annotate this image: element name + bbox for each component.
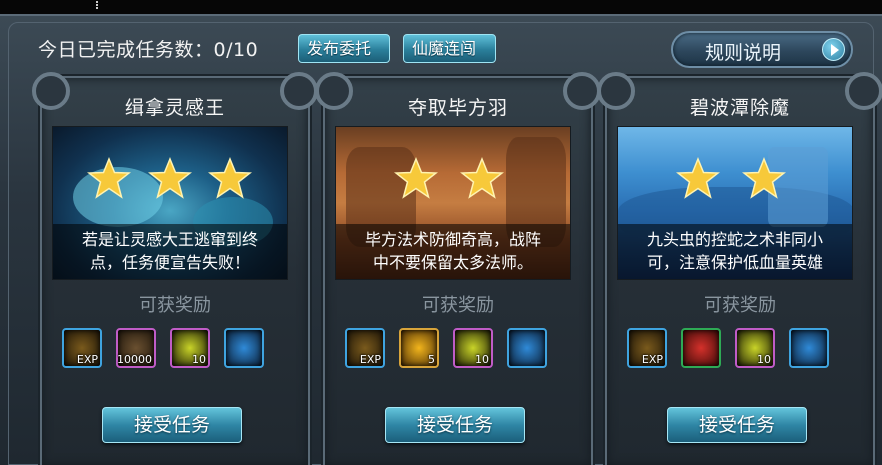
post-commission-button[interactable]: 发布委托 — [298, 34, 390, 63]
star-icon — [459, 157, 505, 199]
mission-scene-image: 毕方法术防御奇高，战阵 中不要保留太多法师。 — [335, 126, 571, 280]
top-status-strip — [0, 0, 882, 14]
accept-mission-button[interactable]: 接受任务 — [385, 407, 525, 443]
blue-crystal-icon[interactable] — [507, 328, 547, 368]
mission-card-2: 夺取毕方羽 毕方法术防御奇高，战阵 中不要保留太多法师。 可获奖励 EXP 5 … — [315, 72, 601, 465]
mission-card-3: 碧波潭除魔 九头虫的控蛇之术非同小 可，注意保护低血量英雄 可获奖励 EXP 1… — [597, 72, 882, 465]
accept-mission-button[interactable]: 接受任务 — [102, 407, 242, 443]
description-box: 毕方法术防御奇高，战阵 中不要保留太多法师。 — [336, 224, 570, 279]
status-dots — [96, 1, 98, 9]
rules-button-label: 规则说明 — [705, 42, 782, 64]
gold-ore-icon[interactable]: 10 — [170, 328, 210, 368]
star-icon — [675, 157, 721, 199]
daily-progress-text: 今日已完成任务数：0/10 — [38, 39, 259, 61]
mission-card-1: 缉拿灵感王 若是让灵感大王逃窜到终 点，任务便宣告失败！ 可获奖励 EXP 10… — [32, 72, 318, 465]
star-icon — [86, 157, 132, 199]
star-icon — [393, 157, 439, 199]
mission-scene-image: 九头虫的控蛇之术非同小 可，注意保护低血量英雄 — [617, 126, 853, 280]
card-title: 碧波潭除魔 — [689, 97, 790, 119]
play-arrow-icon — [822, 38, 845, 61]
description-box: 若是让灵感大王逃窜到终 点，任务便宣告失败！ — [53, 224, 287, 279]
card-title: 夺取毕方羽 — [407, 97, 508, 119]
description-line: 毕方法术防御奇高，战阵 — [364, 230, 541, 249]
reward-list: EXP 10000 10 — [62, 328, 272, 370]
accept-mission-button[interactable]: 接受任务 — [667, 407, 807, 443]
gold-ore-icon[interactable]: 10 — [453, 328, 493, 368]
reward-label: 可获奖励 — [139, 295, 211, 316]
description-line: 若是让灵感大王逃窜到终 — [81, 230, 258, 249]
exp-icon[interactable]: EXP — [345, 328, 385, 368]
star-icon — [741, 157, 787, 199]
description-line: 九头虫的控蛇之术非同小 — [646, 230, 823, 249]
reward-list: EXP 5 10 — [345, 328, 555, 370]
xianmo-challenge-button[interactable]: 仙魔连闯 — [403, 34, 496, 63]
description-box: 九头虫的控蛇之术非同小 可，注意保护低血量英雄 — [618, 224, 852, 279]
description-line: 中不要保留太多法师。 — [372, 253, 533, 272]
question-mark-icon[interactable] — [681, 328, 721, 368]
star-icon — [147, 157, 193, 199]
blue-crystal-icon[interactable] — [789, 328, 829, 368]
rules-button[interactable]: 规则说明 — [671, 31, 853, 68]
description-line: 点，任务便宣告失败！ — [89, 253, 250, 272]
exp-icon[interactable]: EXP — [627, 328, 667, 368]
mission-scene-image: 若是让灵感大王逃窜到终 点，任务便宣告失败！ — [52, 126, 288, 280]
gold-ore-icon[interactable]: 10 — [735, 328, 775, 368]
exp-icon[interactable]: EXP — [62, 328, 102, 368]
reward-label: 可获奖励 — [704, 295, 776, 316]
reward-label: 可获奖励 — [422, 295, 494, 316]
golden-orb-icon[interactable]: 5 — [399, 328, 439, 368]
description-line: 可，注意保护低血量英雄 — [646, 253, 823, 272]
card-title: 缉拿灵感王 — [124, 97, 225, 119]
blue-crystal-icon[interactable] — [224, 328, 264, 368]
star-icon — [207, 157, 253, 199]
treasure-chest-icon[interactable]: 10000 — [116, 328, 156, 368]
reward-list: EXP 10 — [627, 328, 837, 370]
